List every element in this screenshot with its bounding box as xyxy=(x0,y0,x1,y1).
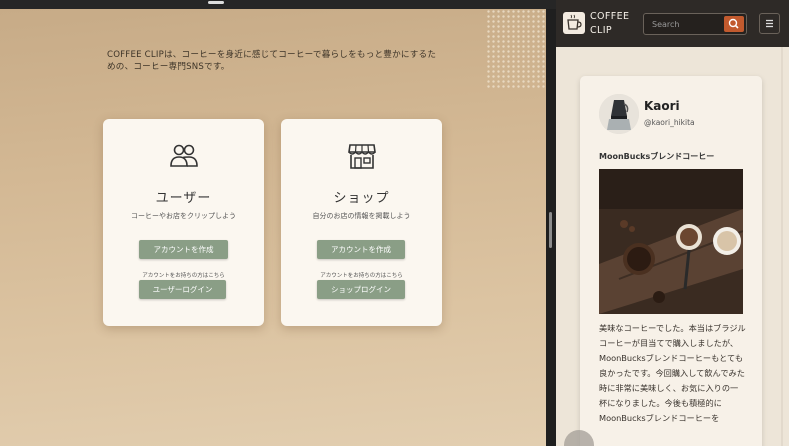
shop-create-account-button[interactable]: アカウントを作成 xyxy=(317,240,405,259)
user-card-title: ユーザー xyxy=(155,191,212,206)
mobile-feed-pane: COFFEE CLIP Search Kaori @kaori_hikita M… xyxy=(556,0,789,446)
search-box xyxy=(643,13,747,35)
feed-scrollbar[interactable] xyxy=(780,47,784,446)
app-logo-text[interactable]: COFFEE CLIP xyxy=(590,10,640,38)
user-card: ユーザー コーヒーやお店をクリップしよう アカウントを作成 アカウントをお持ちの… xyxy=(103,119,264,326)
user-login-button[interactable]: ユーザーログイン xyxy=(139,280,226,299)
user-already-have-account-text: アカウントをお持ちの方はこちら xyxy=(142,273,225,279)
search-input[interactable] xyxy=(652,18,717,31)
shop-card-title: ショップ xyxy=(333,191,390,206)
app-header: COFFEE CLIP xyxy=(556,0,789,47)
coffee-photo[interactable] xyxy=(599,169,743,314)
post-card[interactable]: Kaori @kaori_hikita MoonBucksブレンドコーヒー 美味… xyxy=(580,76,762,446)
user-create-account-button[interactable]: アカウントを作成 xyxy=(139,240,228,259)
split-resize-handle[interactable] xyxy=(549,212,552,248)
decorative-dots xyxy=(486,9,546,89)
search-icon xyxy=(728,18,739,29)
hamburger-menu-icon xyxy=(766,19,773,28)
intro-text: COFFEE CLIPは、コーヒーを身近に感じてコーヒーで暮らしをもっと豊かにす… xyxy=(107,50,437,72)
shop-already-have-account-text: アカウントをお持ちの方はこちら xyxy=(320,273,403,279)
post-body-text: 美味なコーヒーでした。本当はブラジルコーヒーが目当てで購入しましたが、MoonB… xyxy=(599,323,746,423)
user-card-description: コーヒーやお店をクリップしよう xyxy=(131,212,236,220)
coffee-dripper-avatar-icon xyxy=(599,94,639,134)
shop-card: ショップ 自分のお店の情報を掲載しよう アカウントを作成 アカウントをお持ちの方… xyxy=(281,119,442,326)
window-drag-handle[interactable] xyxy=(208,1,224,4)
shop-card-description: 自分のお店の情報を掲載しよう xyxy=(312,212,411,220)
users-icon xyxy=(170,144,198,167)
shop-icon xyxy=(348,144,376,169)
post-title[interactable]: MoonBucksブレンドコーヒー xyxy=(599,151,714,162)
pane-divider xyxy=(546,9,556,446)
menu-button[interactable] xyxy=(759,13,780,34)
avatar[interactable] xyxy=(599,94,639,134)
landing-page: COFFEE CLIPは、コーヒーを身近に感じてコーヒーで暮らしをもっと豊かにす… xyxy=(0,9,546,446)
search-button[interactable] xyxy=(724,16,744,32)
shop-login-button[interactable]: ショップログイン xyxy=(317,280,405,299)
post-user-handle[interactable]: @kaori_hikita xyxy=(644,118,695,127)
post-username[interactable]: Kaori xyxy=(644,99,680,113)
coffee-cup-logo-icon[interactable] xyxy=(563,12,585,34)
